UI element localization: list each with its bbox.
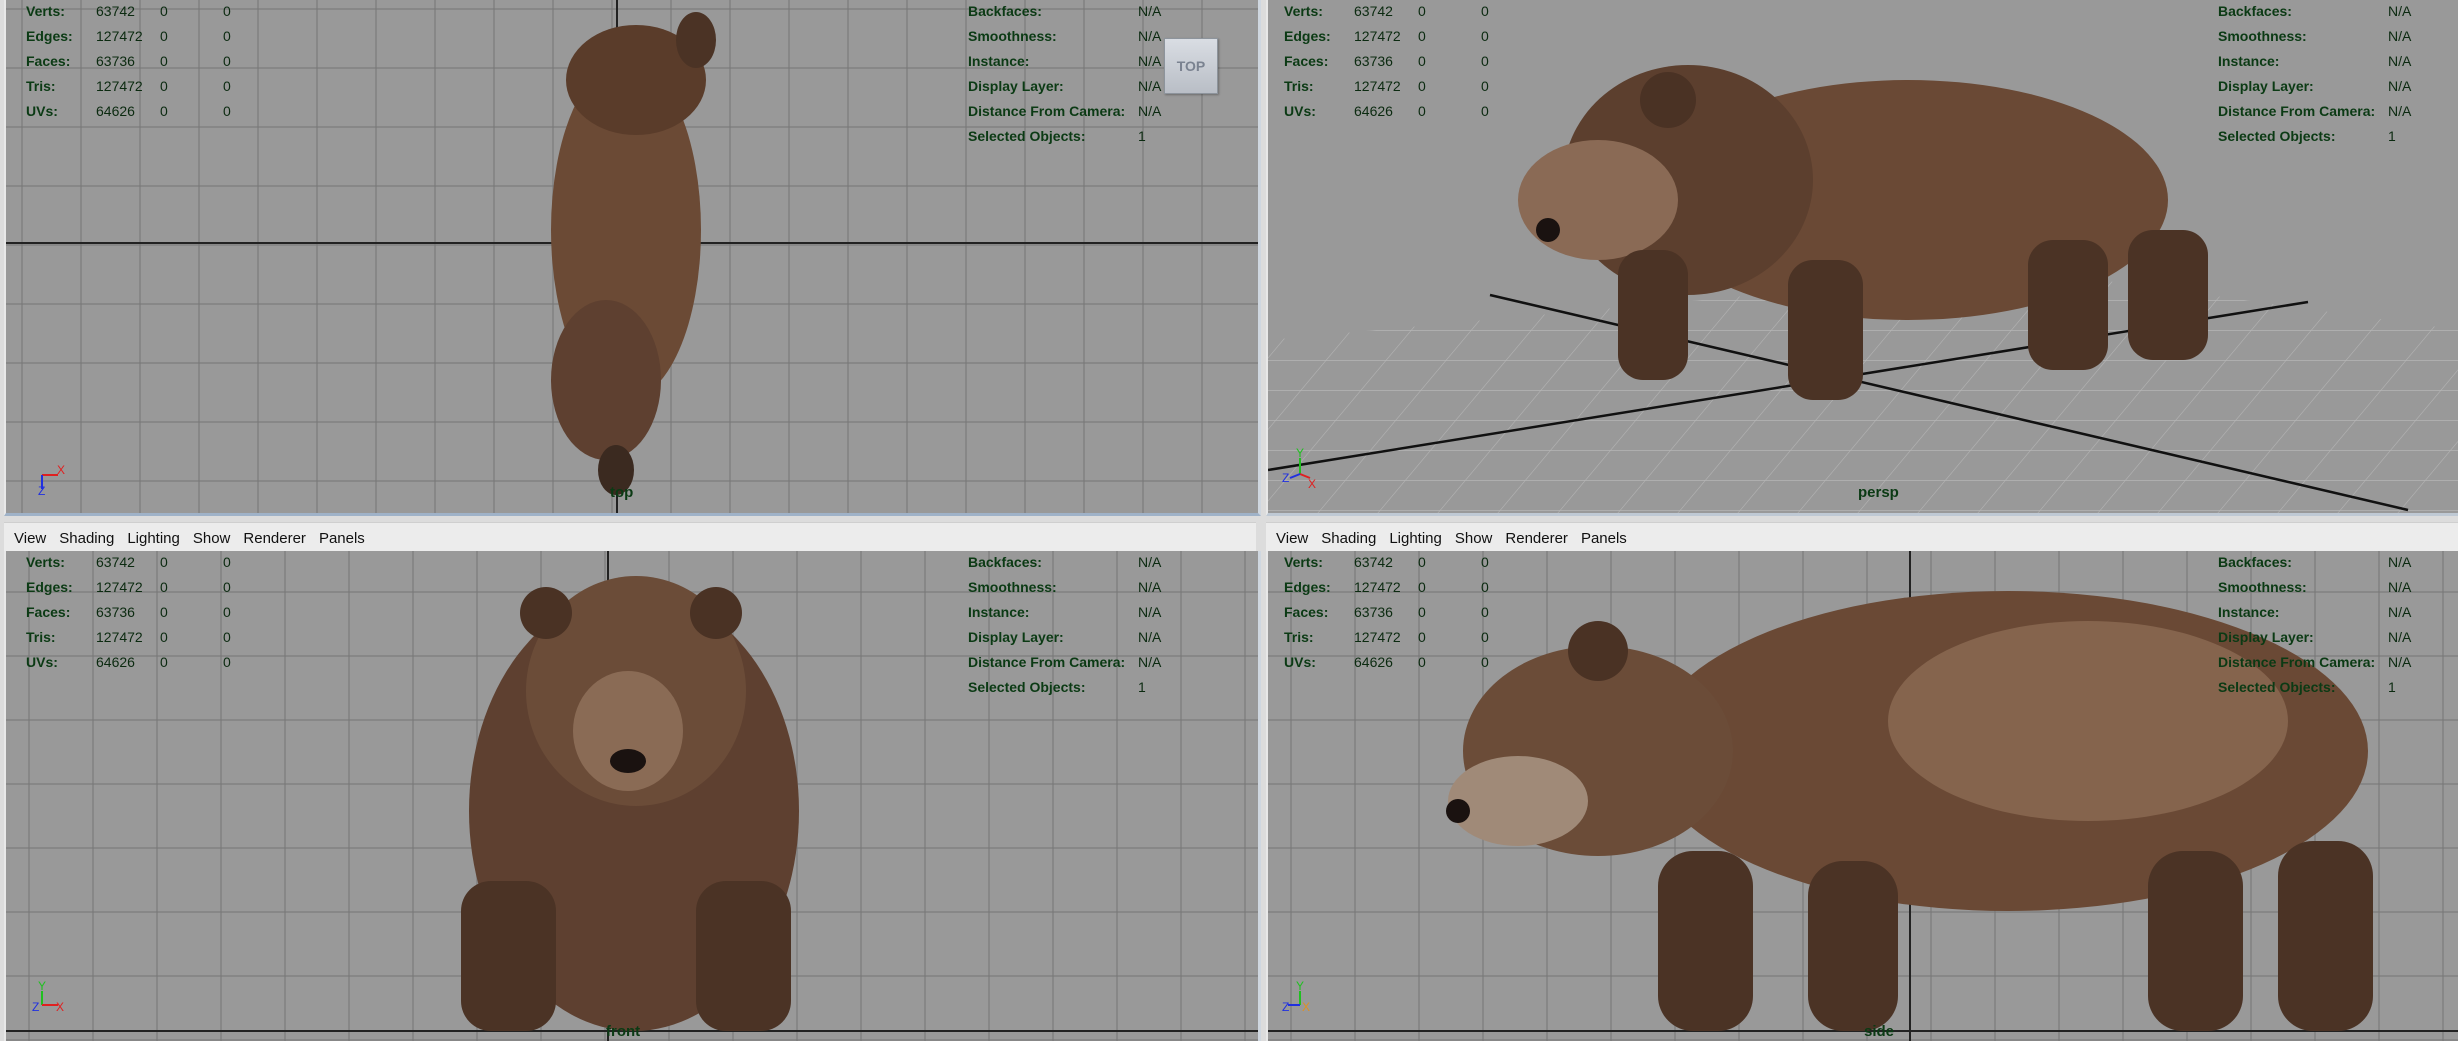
- svg-text:Y: Y: [1296, 981, 1304, 993]
- viewport-top[interactable]: Verts: 63742 0 0 Edges: 127472 0 0 Faces: 63736…: [4, 0, 1261, 516]
- svg-text:Z: Z: [32, 1000, 39, 1014]
- menu-renderer[interactable]: Renderer: [1505, 530, 1568, 547]
- svg-text:X: X: [57, 463, 65, 477]
- menu-show[interactable]: Show: [193, 530, 231, 547]
- svg-text:Z: Z: [1282, 1000, 1289, 1014]
- svg-text:Z: Z: [38, 484, 45, 495]
- menubar-side: View Shading Lighting Show Renderer Pane…: [1266, 522, 2458, 554]
- menu-shading[interactable]: Shading: [59, 530, 114, 547]
- axis-gizmo-icon: Y Z X: [32, 981, 64, 1014]
- svg-text:X: X: [1302, 1000, 1310, 1014]
- object-info-hud: Backfaces: N/A Smoothness: N/A Instance: N/…: [968, 3, 1162, 144]
- camera-label-side: side: [1864, 1023, 1895, 1040]
- poly-count-hud: Verts: 63742 0 0 Edges: 127472 0 0 Faces: 63736…: [1284, 3, 1489, 119]
- camera-label-top: top: [610, 484, 634, 501]
- poly-count-hud: Verts: 63742 0 0 Edges: 127472 0 0 Faces: 63736…: [26, 554, 231, 670]
- menu-shading[interactable]: Shading: [1321, 530, 1376, 547]
- svg-text:Z: Z: [1282, 471, 1289, 485]
- poly-count-hud: Verts: 63742 0 0 Edges: 127472 0 0 Faces: 63736…: [26, 3, 231, 119]
- menu-view[interactable]: View: [14, 530, 46, 547]
- axis-gizmo-icon: Y X Z: [1282, 448, 1316, 488]
- viewport-front[interactable]: Verts: 63742 0 0 Edges: 127472 0 0 Faces: 63736…: [4, 551, 1261, 1041]
- viewport-side[interactable]: Verts: 63742 0 0 Edges: 127472 0 0 Faces: 63736…: [1266, 551, 2458, 1041]
- svg-text:Y: Y: [38, 981, 46, 993]
- menu-panels[interactable]: Panels: [1581, 530, 1627, 547]
- axis-gizmo-icon: X Z: [38, 463, 65, 495]
- object-info-hud: Backfaces: N/A Smoothness: N/A Instance: N/…: [968, 554, 1162, 695]
- camera-label-persp: persp: [1858, 484, 1899, 501]
- svg-text:Y: Y: [1296, 448, 1304, 460]
- object-info-hud: Backfaces: N/A Smoothness: N/A Instance: N/…: [2218, 3, 2412, 144]
- menu-show[interactable]: Show: [1455, 530, 1493, 547]
- menu-renderer[interactable]: Renderer: [243, 530, 306, 547]
- svg-text:X: X: [1308, 477, 1316, 488]
- viewport-persp[interactable]: Verts: 63742 0 0 Edges: 127472 0 0 Faces: 63736…: [1266, 0, 2458, 516]
- camera-label-front: front: [606, 1023, 641, 1040]
- menu-view[interactable]: View: [1276, 530, 1308, 547]
- menu-panels[interactable]: Panels: [319, 530, 365, 547]
- object-info-hud: Backfaces: N/A Smoothness: N/A Instance: N/…: [2218, 554, 2412, 695]
- axis-gizmo-icon: Y Z X: [1282, 981, 1310, 1014]
- menu-lighting[interactable]: Lighting: [127, 530, 180, 547]
- menu-lighting[interactable]: Lighting: [1389, 530, 1442, 547]
- menubar-front: View Shading Lighting Show Renderer Pane…: [4, 522, 1256, 554]
- viewcube-button[interactable]: TOP: [1164, 38, 1218, 94]
- svg-text:X: X: [56, 1000, 64, 1014]
- poly-count-hud: Verts: 63742 0 0 Edges: 127472 0 0 Faces: 63736…: [1284, 554, 1489, 670]
